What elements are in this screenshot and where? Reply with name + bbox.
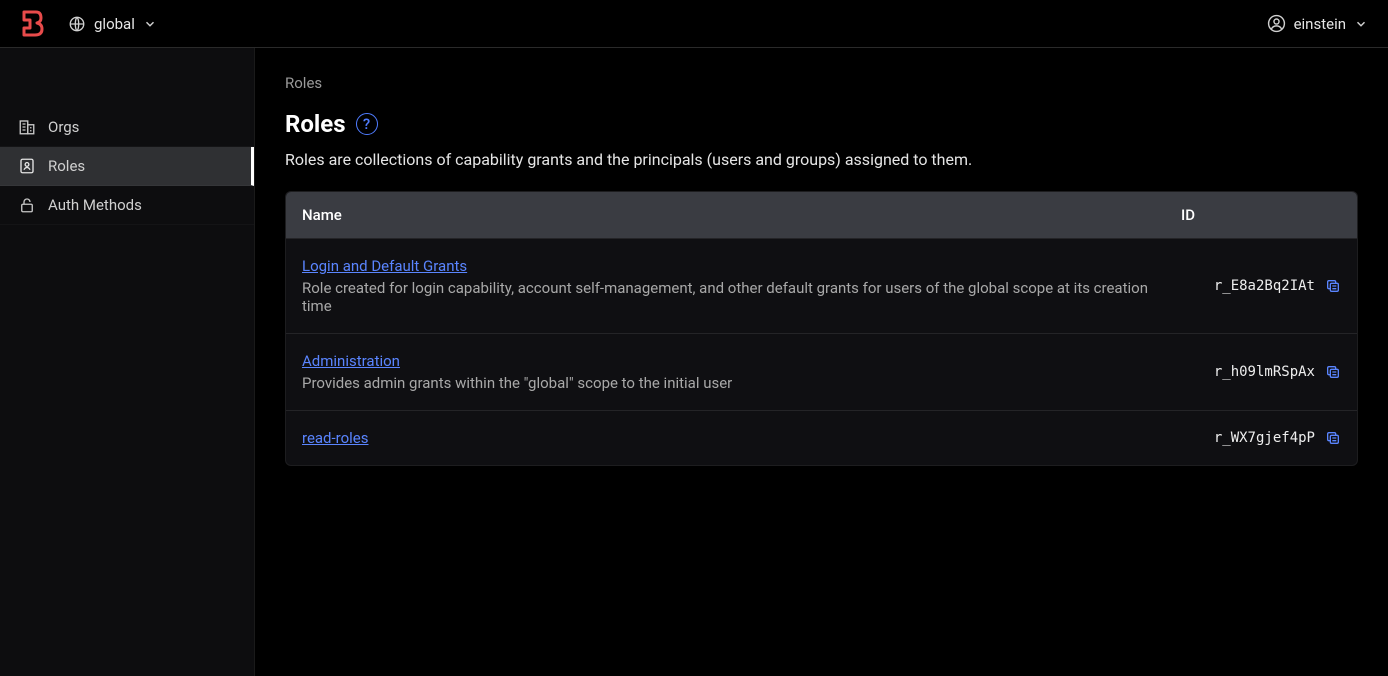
- row-content: read-roles: [302, 429, 1181, 447]
- copy-icon[interactable]: [1325, 278, 1341, 294]
- header-left: global: [20, 10, 157, 37]
- roles-table: Name ID Login and Default Grants Role cr…: [285, 191, 1358, 466]
- table-header: Name ID: [286, 192, 1357, 238]
- column-header-id: ID: [1181, 206, 1341, 224]
- sidebar-item-label: Auth Methods: [48, 196, 142, 214]
- page-title-row: Roles ?: [285, 110, 1358, 138]
- app-body: Orgs Roles Auth Methods Roles: [0, 48, 1388, 676]
- help-icon[interactable]: ?: [356, 113, 378, 135]
- row-content: Administration Provides admin grants wit…: [302, 352, 1181, 392]
- role-description: Role created for login capability, accou…: [302, 279, 1181, 315]
- user-label: einstein: [1294, 15, 1346, 33]
- row-content: Login and Default Grants Role created fo…: [302, 257, 1181, 315]
- role-id: r_E8a2Bq2IAt: [1214, 278, 1315, 294]
- app-logo-icon[interactable]: [20, 10, 44, 37]
- id-badge-icon: [18, 157, 36, 175]
- header-right: einstein: [1267, 14, 1368, 33]
- user-menu[interactable]: einstein: [1267, 14, 1368, 33]
- row-id-cell: r_WX7gjef4pP: [1181, 430, 1341, 446]
- globe-icon: [68, 15, 86, 33]
- role-id: r_h09lmRSpAx: [1214, 364, 1315, 380]
- sidebar-item-roles[interactable]: Roles: [0, 147, 254, 186]
- main-content: Roles Roles ? Roles are collections of c…: [255, 48, 1388, 676]
- chevron-down-icon: [143, 17, 157, 31]
- table-row: read-roles r_WX7gjef4pP: [286, 410, 1357, 465]
- row-id-cell: r_h09lmRSpAx: [1181, 364, 1341, 380]
- breadcrumb[interactable]: Roles: [285, 74, 1358, 92]
- lock-icon: [18, 196, 36, 214]
- role-name-link[interactable]: Administration: [302, 352, 400, 370]
- column-header-name: Name: [302, 206, 1181, 224]
- sidebar-item-auth-methods[interactable]: Auth Methods: [0, 186, 254, 225]
- app-header: global einstein: [0, 0, 1388, 48]
- role-id: r_WX7gjef4pP: [1214, 430, 1315, 446]
- role-name-link[interactable]: Login and Default Grants: [302, 257, 467, 275]
- chevron-down-icon: [1354, 17, 1368, 31]
- sidebar-item-label: Orgs: [48, 118, 79, 136]
- user-circle-icon: [1267, 14, 1286, 33]
- sidebar: Orgs Roles Auth Methods: [0, 48, 255, 676]
- role-name-link[interactable]: read-roles: [302, 429, 369, 447]
- copy-icon[interactable]: [1325, 430, 1341, 446]
- row-id-cell: r_E8a2Bq2IAt: [1181, 278, 1341, 294]
- sidebar-item-orgs[interactable]: Orgs: [0, 108, 254, 147]
- copy-icon[interactable]: [1325, 364, 1341, 380]
- table-row: Login and Default Grants Role created fo…: [286, 238, 1357, 333]
- role-description: Provides admin grants within the "global…: [302, 374, 1181, 392]
- building-icon: [18, 118, 36, 136]
- sidebar-item-label: Roles: [48, 157, 85, 175]
- page-description: Roles are collections of capability gran…: [285, 150, 1358, 169]
- table-row: Administration Provides admin grants wit…: [286, 333, 1357, 410]
- page-title: Roles: [285, 110, 346, 138]
- scope-selector[interactable]: global: [68, 15, 157, 33]
- scope-label: global: [94, 15, 135, 33]
